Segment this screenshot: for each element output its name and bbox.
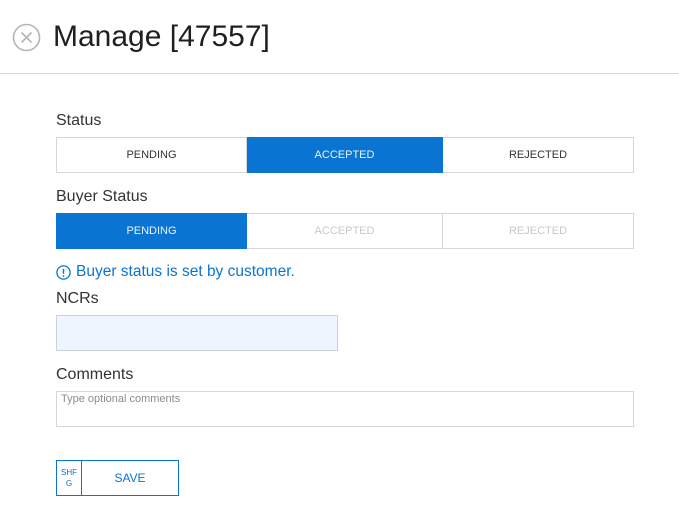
status-option-pending[interactable]: PENDING bbox=[56, 137, 247, 173]
save-button[interactable]: SAVE bbox=[82, 461, 178, 495]
buyer-status-info: Buyer status is set by customer. bbox=[56, 263, 295, 281]
status-label: Status bbox=[56, 112, 102, 129]
status-option-rejected[interactable]: REJECTED bbox=[443, 137, 634, 173]
close-icon[interactable] bbox=[12, 23, 41, 52]
buyer-status-option-accepted: ACCEPTED bbox=[247, 213, 443, 249]
status-segmented-control: PENDING ACCEPTED REJECTED bbox=[56, 137, 634, 173]
status-option-accepted[interactable]: ACCEPTED bbox=[247, 137, 443, 173]
buyer-status-option-pending: PENDING bbox=[56, 213, 247, 249]
buyer-status-info-text: Buyer status is set by customer. bbox=[76, 263, 295, 280]
comments-textarea[interactable] bbox=[56, 391, 634, 427]
ncrs-input[interactable] bbox=[56, 315, 338, 351]
dialog-header: Manage [47557] bbox=[0, 0, 679, 74]
save-button-group: SHFG SAVE bbox=[56, 460, 179, 496]
buyer-status-label: Buyer Status bbox=[56, 188, 148, 205]
buyer-status-segmented-control: PENDING ACCEPTED REJECTED bbox=[56, 213, 634, 249]
ncrs-label: NCRs bbox=[56, 290, 99, 307]
comments-label: Comments bbox=[56, 366, 134, 383]
page-title: Manage [47557] bbox=[53, 20, 270, 53]
info-icon bbox=[56, 264, 71, 280]
shfg-button[interactable]: SHFG bbox=[57, 461, 82, 495]
buyer-status-option-rejected: REJECTED bbox=[443, 213, 634, 249]
